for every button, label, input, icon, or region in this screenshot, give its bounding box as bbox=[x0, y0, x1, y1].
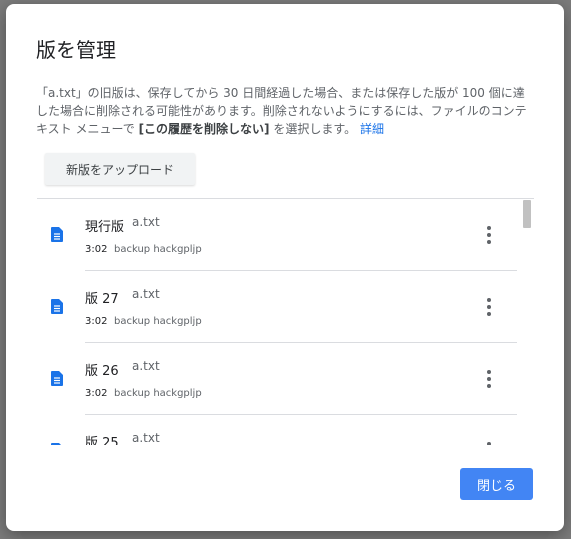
version-name: 版 27 bbox=[85, 292, 119, 307]
version-name: 版 25 bbox=[85, 436, 119, 445]
version-user: backup hackgpljp bbox=[114, 244, 202, 255]
version-file-name: a.txt bbox=[132, 287, 160, 301]
dialog-title: 版を管理 bbox=[36, 38, 116, 62]
description-bold-text: [この履歴を削除しない] bbox=[138, 122, 270, 136]
version-row[interactable]: 版 27 a.txt 3:02 backup hackgpljp bbox=[37, 271, 517, 343]
version-file-name: a.txt bbox=[132, 215, 160, 229]
version-row[interactable]: 版 26 a.txt 3:02 backup hackgpljp bbox=[37, 343, 517, 415]
version-row[interactable]: 現行版 a.txt 3:02 backup hackgpljp bbox=[37, 199, 517, 271]
more-vertical-icon[interactable] bbox=[477, 293, 501, 321]
version-file-name: a.txt bbox=[132, 359, 160, 373]
document-icon bbox=[51, 299, 63, 314]
document-icon bbox=[51, 443, 61, 445]
version-file-name: a.txt bbox=[132, 431, 160, 445]
version-list-scrollbar[interactable] bbox=[523, 200, 531, 228]
more-vertical-icon[interactable] bbox=[477, 221, 501, 249]
version-time: 3:02 bbox=[85, 388, 108, 399]
version-time: 3:02 bbox=[85, 244, 108, 255]
version-user: backup hackgpljp bbox=[114, 316, 202, 327]
version-list[interactable]: 現行版 a.txt 3:02 backup hackgpljp 版 27 a.txt 3:0… bbox=[37, 198, 534, 445]
version-list-inner: 現行版 a.txt 3:02 backup hackgpljp 版 27 a.txt 3:0… bbox=[37, 199, 517, 445]
manage-versions-dialog: 版を管理 「a.txt」の旧版は、保存してから 30 日間経過した場合、または保… bbox=[6, 4, 564, 531]
description-text-end: を選択します。 bbox=[269, 122, 357, 136]
more-vertical-icon[interactable] bbox=[477, 365, 501, 393]
version-name: 現行版 bbox=[85, 220, 125, 235]
close-button[interactable]: 閉じる bbox=[460, 468, 533, 500]
version-time: 3:02 bbox=[85, 316, 108, 327]
dialog-description: 「a.txt」の旧版は、保存してから 30 日間経過した場合、または保存した版が… bbox=[36, 84, 536, 138]
more-vertical-icon[interactable] bbox=[477, 437, 501, 445]
document-icon bbox=[51, 371, 63, 386]
document-icon bbox=[51, 227, 63, 242]
upload-new-version-button[interactable]: 新版をアップロード bbox=[45, 153, 195, 185]
version-name: 版 26 bbox=[85, 364, 119, 379]
version-row[interactable]: 版 25a.txt3:02backup hackgpljp bbox=[37, 415, 517, 445]
version-user: backup hackgpljp bbox=[114, 388, 202, 399]
learn-more-link[interactable]: 詳細 bbox=[360, 122, 384, 136]
